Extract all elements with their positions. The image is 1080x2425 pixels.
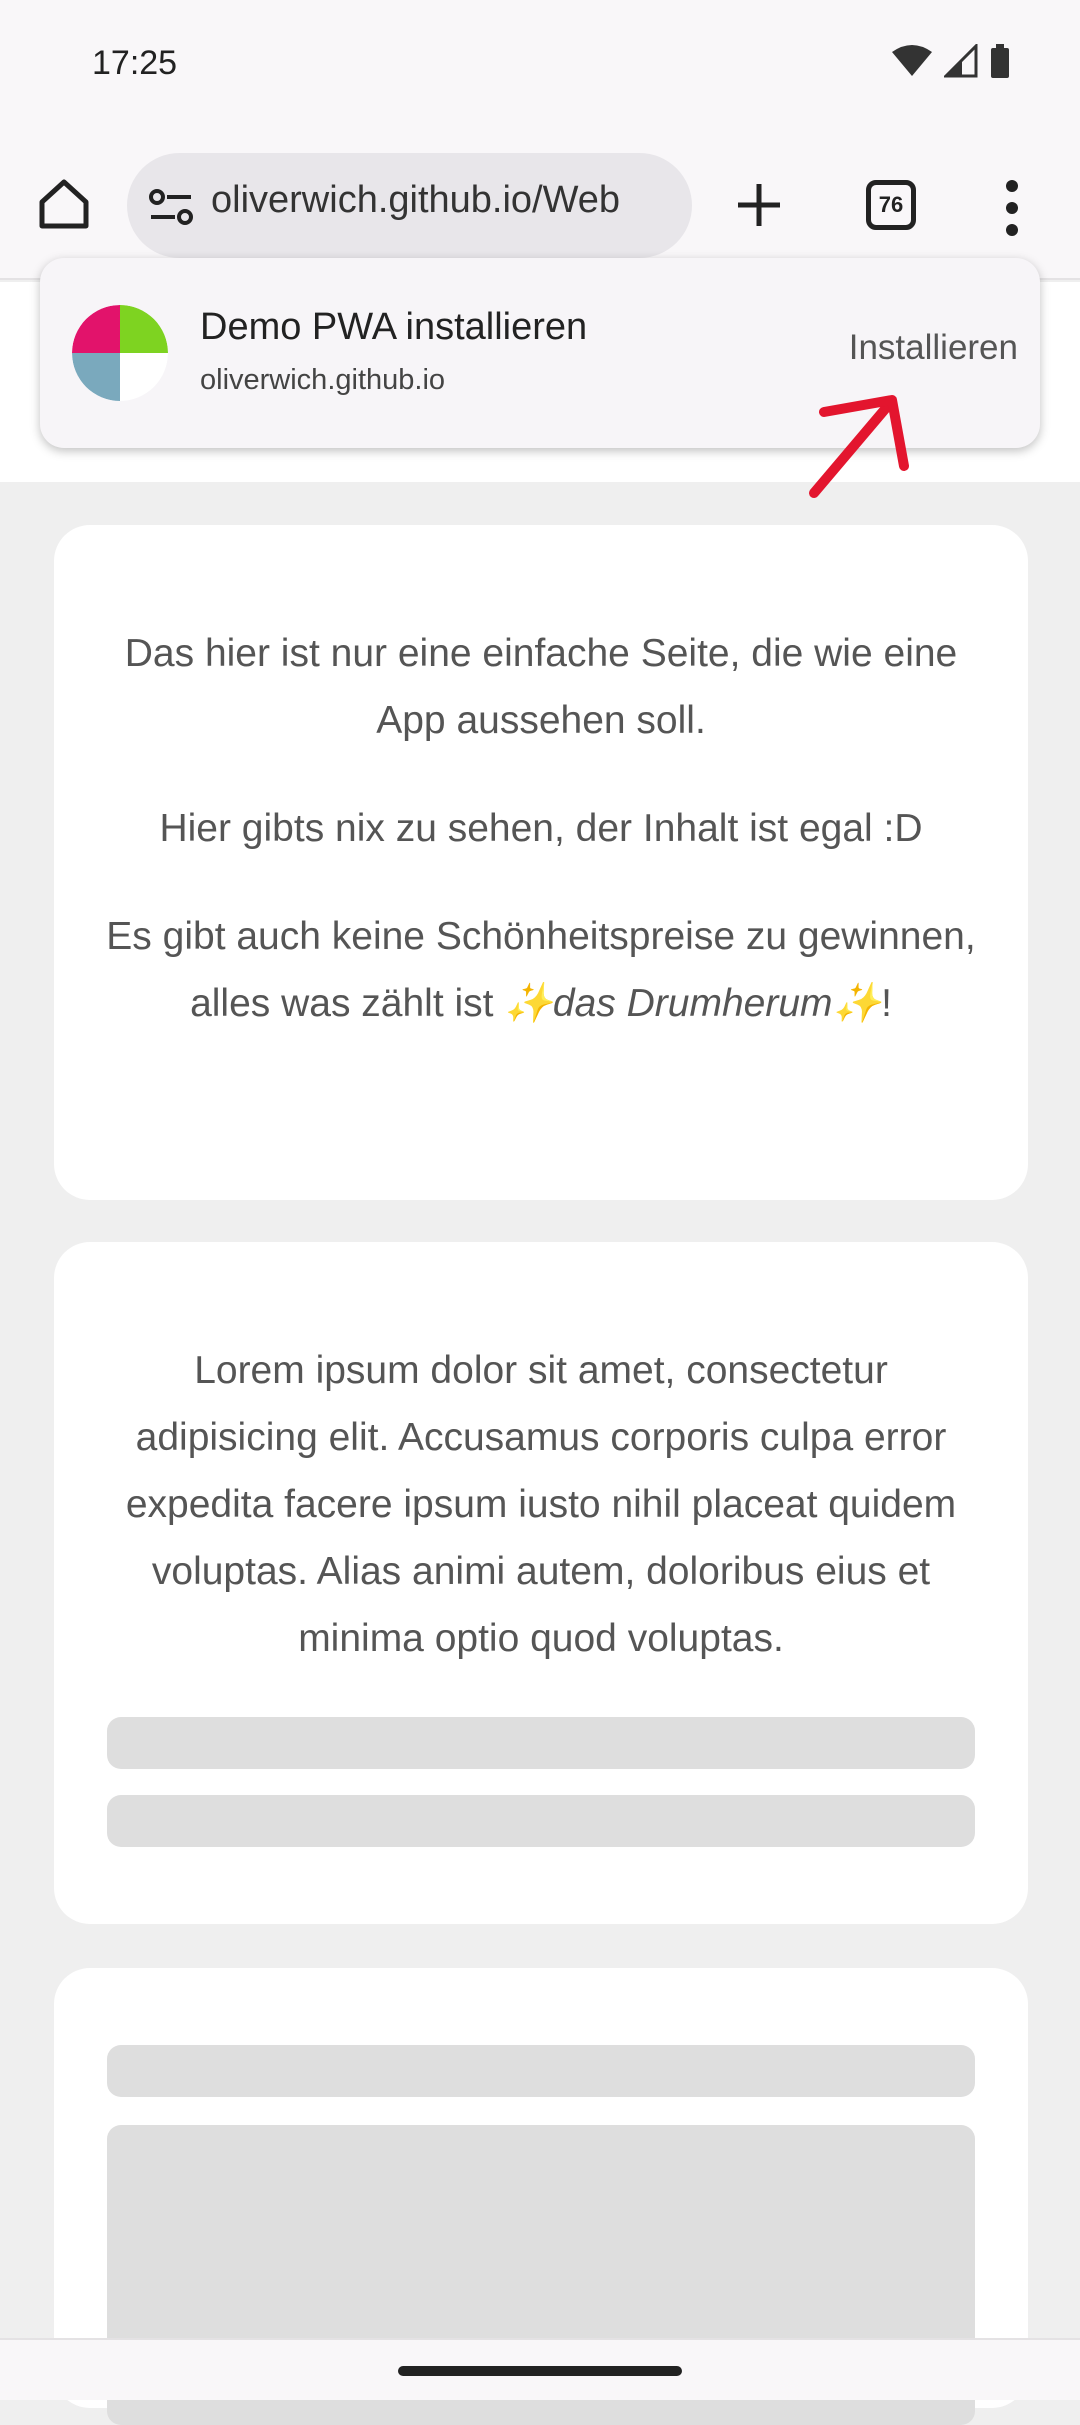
card1-paragraph-3-end: ! xyxy=(881,982,892,1025)
tabs-icon[interactable]: 76 xyxy=(866,180,916,230)
address-bar[interactable]: oliverwich.github.io/Web xyxy=(127,153,692,258)
card1-paragraph-3-emphasis: ✨das Drumherum✨ xyxy=(504,982,882,1025)
annotation-arrow-icon xyxy=(809,395,909,498)
card1-paragraph-3: Es gibt auch keine Schönheitspreise zu g… xyxy=(104,903,978,1037)
status-icons xyxy=(892,44,1010,78)
status-bar: 17:25 xyxy=(0,0,1080,140)
gesture-handle[interactable] xyxy=(398,2366,682,2376)
more-menu-icon[interactable] xyxy=(1002,178,1022,238)
battery-icon xyxy=(991,44,1009,78)
signal-icon xyxy=(944,44,978,78)
tab-count: 76 xyxy=(878,192,904,217)
new-tab-plus-icon[interactable] xyxy=(734,180,784,230)
navigation-bar xyxy=(0,2338,1080,2400)
url-text[interactable]: oliverwich.github.io/Web xyxy=(211,179,620,222)
skeleton-line xyxy=(107,2045,975,2097)
card2-paragraph: Lorem ipsum dolor sit amet, consectetur … xyxy=(125,1349,957,1660)
status-time: 17:25 xyxy=(92,44,178,82)
install-title: Demo PWA installieren xyxy=(200,306,588,348)
home-icon[interactable] xyxy=(36,176,92,232)
skeleton-line xyxy=(107,1717,975,1769)
install-button[interactable]: Installieren xyxy=(849,328,1018,368)
content-card-1: Das hier ist nur eine einfache Seite, di… xyxy=(54,525,1028,1200)
install-domain: oliverwich.github.io xyxy=(200,364,446,396)
skeleton-line xyxy=(107,1795,975,1847)
wifi-icon xyxy=(892,45,932,76)
app-icon xyxy=(72,305,168,401)
card1-paragraph-1: Das hier ist nur eine einfache Seite, di… xyxy=(124,632,958,742)
content-card-2: Lorem ipsum dolor sit amet, consectetur … xyxy=(54,1242,1028,1924)
site-settings-icon[interactable] xyxy=(147,183,195,231)
card1-paragraph-2: Hier gibts nix zu sehen, der Inhalt ist … xyxy=(159,807,923,850)
